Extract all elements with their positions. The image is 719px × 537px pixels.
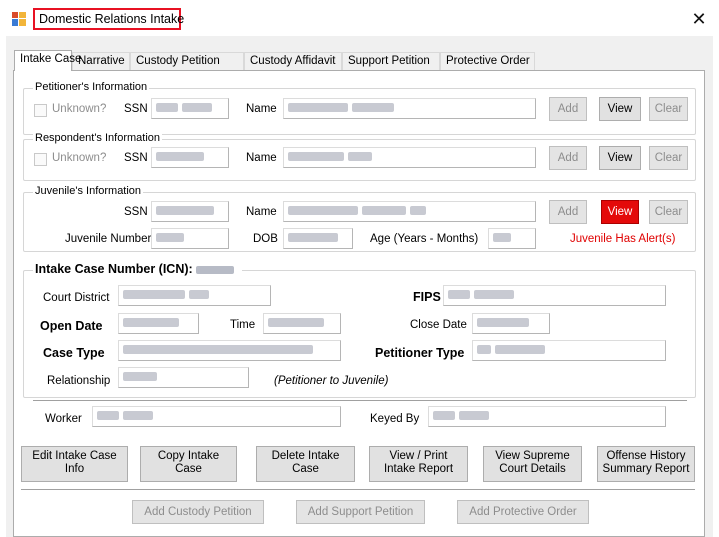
time-field[interactable] [263,313,341,334]
relationship-field[interactable] [118,367,249,388]
offense-history-summary-report-button[interactable]: Offense History Summary Report [597,446,695,482]
worker-label: Worker [45,413,82,425]
tab-protective-order[interactable]: Protective Order [440,52,535,70]
close-icon[interactable]: ✕ [688,8,710,30]
juvenile-name-field[interactable] [283,201,536,222]
close-date-field[interactable] [472,313,550,334]
petitioner-clear-button[interactable]: Clear [649,97,688,121]
respondent-legend: Respondent's Information [33,132,163,144]
icn-value [196,265,235,274]
respondent-unknown-checkbox[interactable] [34,153,47,166]
petitioner-name-label: Name [246,103,277,115]
respondent-view-button[interactable]: View [599,146,641,170]
juvenile-ssn-label: SSN [124,206,148,218]
view-supreme-court-details-button[interactable]: View Supreme Court Details [483,446,582,482]
worker-field[interactable] [92,406,341,427]
bottom-separator [21,489,695,490]
tab-support-petition[interactable]: Support Petition [342,52,440,70]
petitioner-unknown-label: Unknown? [52,103,107,115]
supreme-line-2: Court Details [499,463,566,475]
offense-line-1: Offense History [606,450,686,462]
respondent-clear-button[interactable]: Clear [649,146,688,170]
supreme-line-1: View Supreme [495,450,570,462]
keyed-by-label: Keyed By [370,413,420,425]
window-title: Domestic Relations Intake [33,8,184,30]
print-line-2: Intake Report [383,463,454,475]
edit-intake-case-info-button[interactable]: Edit Intake Case Info [21,446,128,482]
tab-custody-petition[interactable]: Custody Petition [130,52,244,70]
petitioner-add-button[interactable]: Add [549,97,587,121]
juvenile-age-field[interactable] [488,228,536,249]
copy-line-1: Copy Intake [157,450,220,462]
juvenile-add-button[interactable]: Add [549,200,587,224]
petitioner-ssn-field[interactable] [151,98,229,119]
juvenile-dob-field[interactable] [283,228,353,249]
juvenile-number-field[interactable] [151,228,229,249]
respondent-add-button[interactable]: Add [549,146,587,170]
juvenile-age-label: Age (Years - Months) [370,233,479,245]
icn-label: Intake Case Number (ICN): [33,262,243,276]
copy-intake-case-button[interactable]: Copy Intake Case [140,446,237,482]
add-custody-petition-button[interactable]: Add Custody Petition [132,500,264,524]
petitioner-name-field[interactable] [283,98,536,119]
app-icon [12,12,26,26]
juvenile-clear-button[interactable]: Clear [649,200,688,224]
tab-custody-affidavit[interactable]: Custody Affidavit [244,52,342,70]
delete-line-2: Case [292,463,319,475]
close-date-label: Close Date [410,319,467,331]
open-date-field[interactable] [118,313,199,334]
respondent-unknown-label: Unknown? [52,152,107,164]
worker-separator [33,400,687,401]
delete-line-1: Delete Intake [271,450,340,462]
court-district-field[interactable] [118,285,271,306]
respondent-ssn-field[interactable] [151,147,229,168]
juvenile-ssn-field[interactable] [151,201,229,222]
respondent-name-label: Name [246,152,277,164]
juvenile-view-button[interactable]: View [601,200,639,224]
time-label: Time [230,319,256,331]
petitioner-unknown-checkbox[interactable] [34,104,47,117]
delete-intake-case-button[interactable]: Delete Intake Case [256,446,355,482]
relationship-note: (Petitioner to Juvenile) [274,375,389,387]
case-type-field[interactable] [118,340,341,361]
court-district-label: Court District [43,292,110,304]
juvenile-number-label: Juvenile Number [65,233,152,245]
copy-line-2: Case [175,463,202,475]
respondent-ssn-label: SSN [124,152,148,164]
add-support-petition-button[interactable]: Add Support Petition [296,500,425,524]
tab-intake-case[interactable]: Intake Case [14,50,81,71]
view-print-intake-report-button[interactable]: View / Print Intake Report [369,446,468,482]
fips-label: FIPS [413,290,441,304]
petitioner-type-field[interactable] [472,340,666,361]
petitioner-legend: Petitioner's Information [33,81,150,93]
fips-field[interactable] [443,285,666,306]
add-protective-order-button[interactable]: Add Protective Order [457,500,589,524]
petitioner-type-label: Petitioner Type [375,346,465,360]
petitioner-view-button[interactable]: View [599,97,641,121]
relationship-label: Relationship [47,375,111,387]
respondent-name-field[interactable] [283,147,536,168]
edit-line-2: Info [64,463,85,475]
icn-label-text: Intake Case Number (ICN): [35,262,193,276]
open-date-label: Open Date [40,319,103,333]
print-line-1: View / Print [389,450,448,462]
edit-line-1: Edit Intake Case [32,450,117,462]
keyed-by-field[interactable] [428,406,666,427]
juvenile-dob-label: DOB [253,233,278,245]
offense-line-2: Summary Report [602,463,690,475]
juvenile-name-label: Name [246,206,277,218]
petitioner-ssn-label: SSN [124,103,148,115]
juvenile-legend: Juvenile's Information [33,185,144,197]
juvenile-alert-text: Juvenile Has Alert(s) [570,233,676,245]
case-type-label: Case Type [43,346,105,360]
